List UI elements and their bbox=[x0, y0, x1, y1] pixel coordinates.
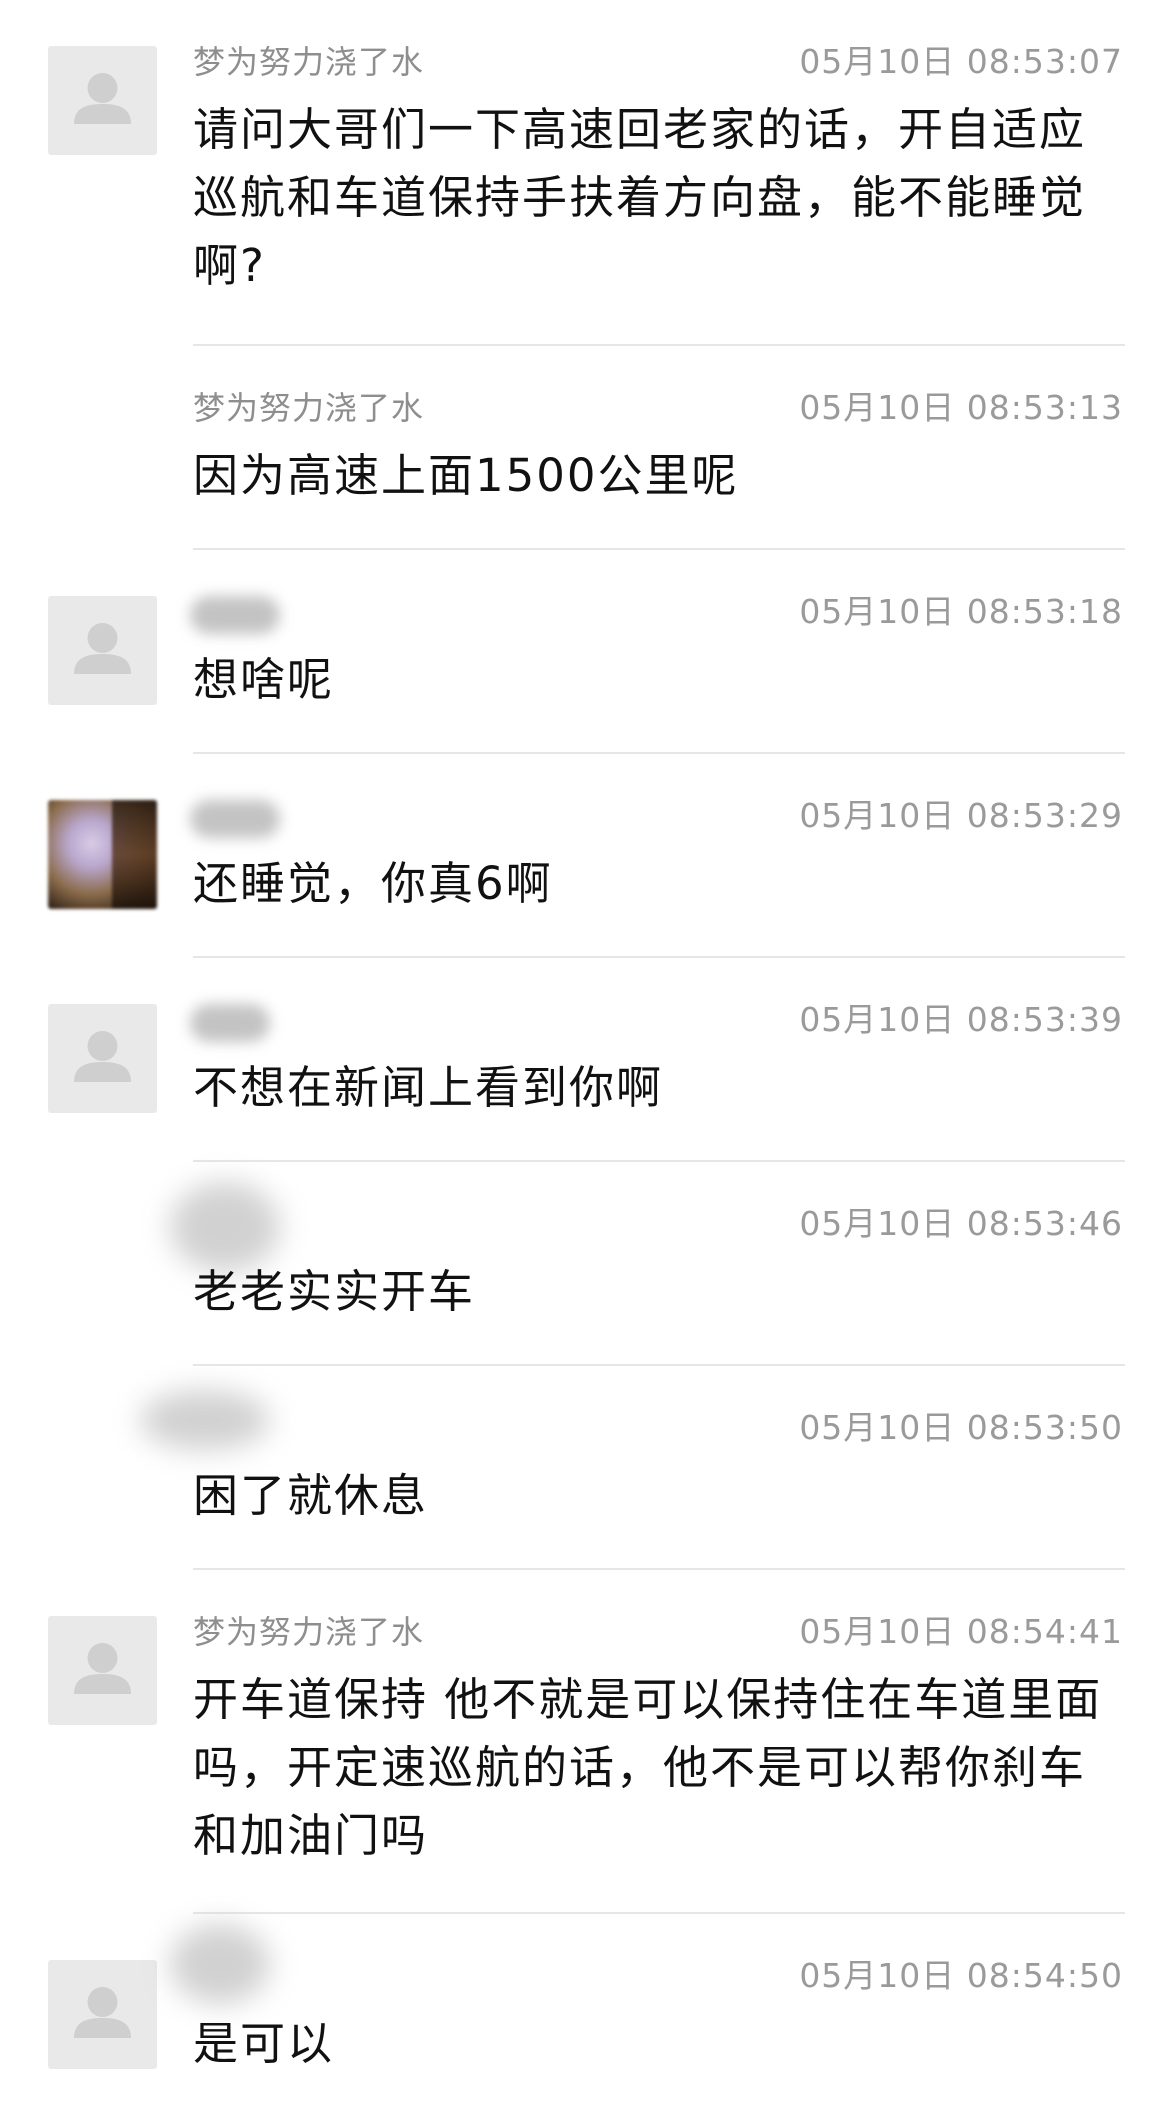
sender-name: 梦为努力浇了水 bbox=[193, 389, 425, 427]
person-placeholder-icon bbox=[74, 73, 131, 124]
sender-name: 梦为努力浇了水 bbox=[193, 1613, 425, 1651]
timestamp: 05月10日 08:53:29 bbox=[799, 796, 1123, 835]
redacted-name bbox=[190, 800, 280, 838]
message-text: 想啥呢 bbox=[193, 653, 335, 706]
timestamp: 05月10日 08:53:07 bbox=[799, 42, 1123, 81]
message-text: 还睡觉，你真6啊 bbox=[193, 857, 553, 910]
message-text: 老老实实开车 bbox=[193, 1265, 476, 1318]
list-item[interactable]: 梦为努力浇了水 05月10日 08:54:41 开车道保持 他不就是可以保持住在… bbox=[0, 1570, 1170, 1914]
message-text: 请问大哥们一下高速回老家的话，开自适应巡航和车道保持手扶着方向盘，能不能睡觉啊? bbox=[193, 103, 1087, 292]
avatar[interactable] bbox=[48, 46, 157, 155]
message-text: 是可以 bbox=[193, 2017, 335, 2070]
list-item[interactable]: 梦为努力浇了水 05月10日 08:53:13 因为高速上面1500公里呢 bbox=[0, 346, 1170, 550]
list-item[interactable]: 05月10日 08:53:18 想啥呢 bbox=[0, 550, 1170, 754]
timestamp: 05月10日 08:53:13 bbox=[799, 388, 1123, 427]
person-placeholder-icon bbox=[74, 623, 131, 674]
person-placeholder-icon bbox=[74, 1987, 131, 2038]
timestamp: 05月10日 08:53:46 bbox=[799, 1204, 1123, 1243]
list-item[interactable]: 05月10日 08:53:29 还睡觉，你真6啊 bbox=[0, 754, 1170, 958]
redacted-name bbox=[190, 1004, 270, 1042]
avatar[interactable] bbox=[48, 1960, 157, 2069]
avatar[interactable] bbox=[48, 596, 157, 705]
redacted-name bbox=[190, 596, 280, 634]
message-text: 困了就休息 bbox=[193, 1469, 429, 1522]
redacted-avatar bbox=[140, 1390, 270, 1450]
list-item[interactable]: 梦为努力浇了水 05月10日 08:53:07 请问大哥们一下高速回老家的话，开… bbox=[0, 0, 1170, 346]
list-item[interactable]: 05月10日 08:53:50 困了就休息 bbox=[0, 1366, 1170, 1570]
comment-thread: 梦为努力浇了水 05月10日 08:53:07 请问大哥们一下高速回老家的话，开… bbox=[0, 0, 1170, 2116]
timestamp: 05月10日 08:54:50 bbox=[799, 1956, 1123, 1995]
message-text: 不想在新闻上看到你啊 bbox=[193, 1061, 664, 1114]
avatar[interactable] bbox=[48, 800, 157, 909]
list-item[interactable]: 05月10日 08:54:50 是可以 bbox=[0, 1914, 1170, 2116]
message-text: 因为高速上面1500公里呢 bbox=[193, 449, 739, 502]
person-placeholder-icon bbox=[74, 1643, 131, 1694]
sender-name: 梦为努力浇了水 bbox=[193, 43, 425, 81]
timestamp: 05月10日 08:54:41 bbox=[799, 1612, 1123, 1651]
list-item[interactable]: 05月10日 08:53:39 不想在新闻上看到你啊 bbox=[0, 958, 1170, 1162]
message-text: 开车道保持 他不就是可以保持住在车道里面吗，开定速巡航的话，他不是可以帮你刹车和… bbox=[193, 1673, 1103, 1862]
timestamp: 05月10日 08:53:18 bbox=[799, 592, 1123, 631]
timestamp: 05月10日 08:53:39 bbox=[799, 1000, 1123, 1039]
timestamp: 05月10日 08:53:50 bbox=[799, 1408, 1123, 1447]
person-placeholder-icon bbox=[74, 1031, 131, 1082]
avatar[interactable] bbox=[48, 1004, 157, 1113]
list-item[interactable]: 05月10日 08:53:46 老老实实开车 bbox=[0, 1162, 1170, 1366]
avatar[interactable] bbox=[48, 1616, 157, 1725]
redacted-avatar bbox=[170, 1924, 270, 2004]
